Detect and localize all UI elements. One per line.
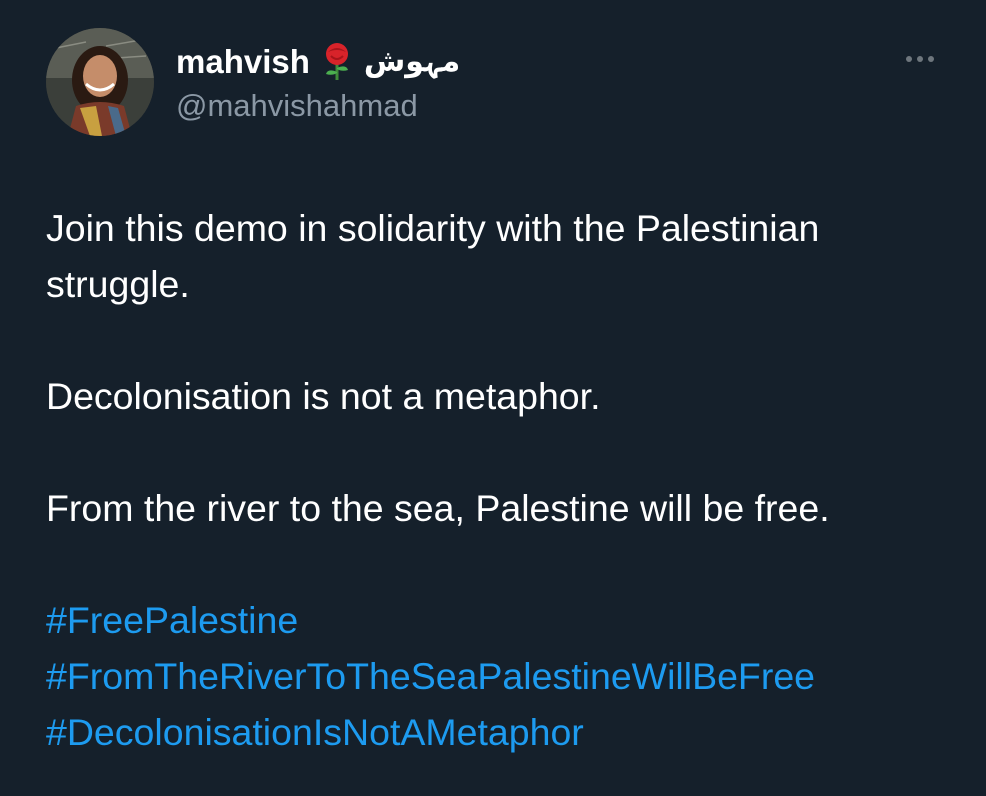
avatar-image	[46, 28, 154, 136]
name-row: mahvish مہوش	[176, 40, 460, 84]
tweet-paragraph: Decolonisation is not a metaphor.	[46, 375, 601, 417]
tweet-text: Join this demo in solidarity with the Pa…	[46, 200, 946, 760]
hashtag-link[interactable]: #FreePalestine	[46, 592, 946, 648]
tweet-paragraph: Join this demo in solidarity with the Pa…	[46, 207, 820, 305]
more-options-button[interactable]	[900, 44, 940, 74]
display-name[interactable]: mahvish	[176, 42, 310, 82]
tweet-paragraph: From the river to the sea, Palestine wil…	[46, 487, 830, 529]
hashtag-link[interactable]: #DecolonisationIsNotAMetaphor	[46, 704, 946, 760]
rose-icon	[320, 42, 354, 82]
urdu-name: مہوش	[363, 44, 461, 79]
avatar[interactable]	[46, 28, 154, 136]
tweet-card: mahvish مہوش @mahvishahmad Join this dem…	[0, 0, 986, 796]
tweet-header: mahvish مہوش @mahvishahmad	[176, 40, 460, 126]
hashtag-link[interactable]: #FromTheRiverToTheSeaPalestineWillBeFree	[46, 648, 946, 704]
user-handle[interactable]: @mahvishahmad	[176, 86, 460, 126]
more-horizontal-icon	[906, 56, 934, 62]
